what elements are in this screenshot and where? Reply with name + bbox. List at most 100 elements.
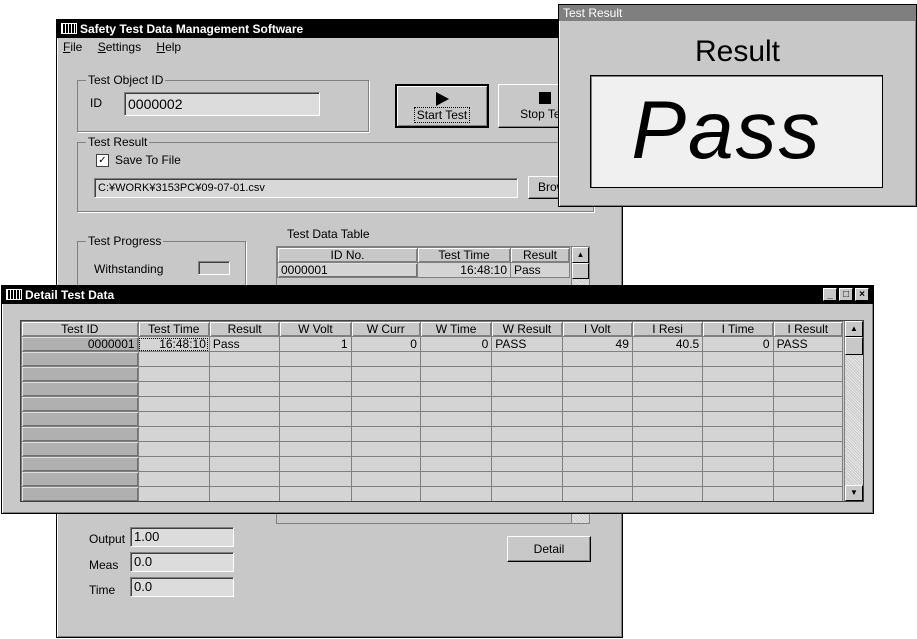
menu-help[interactable]: Help <box>156 40 181 54</box>
start-test-label: Start Test <box>413 107 471 123</box>
empty-row[interactable] <box>21 426 844 442</box>
empty-cell <box>631 381 704 397</box>
result-window-title: Test Result <box>563 6 623 20</box>
empty-cell <box>772 366 844 382</box>
col-result[interactable]: Result <box>510 247 570 263</box>
empty-row[interactable] <box>21 411 844 427</box>
col-id-no[interactable]: ID No. <box>277 247 418 263</box>
empty-cell <box>137 366 210 382</box>
col-i-result[interactable]: I Result <box>772 321 844 337</box>
empty-cell <box>419 396 493 412</box>
result-panel: Pass <box>590 75 883 188</box>
withstanding-label: Withstanding <box>94 262 164 276</box>
empty-cell <box>561 486 633 501</box>
result-title-bar[interactable]: Test Result <box>559 5 916 21</box>
empty-cell <box>208 396 281 412</box>
empty-cell <box>702 366 774 382</box>
maximize-icon[interactable]: □ <box>839 288 853 301</box>
col-test-time[interactable]: Test Time <box>137 321 210 337</box>
scroll-thumb[interactable] <box>572 263 589 279</box>
empty-cell <box>702 426 774 442</box>
scroll-down-icon[interactable]: ▼ <box>845 485 863 501</box>
test-result-group: Test Result ✓ Save To File C:¥WORK¥3153PC… <box>77 135 594 212</box>
result-value: Pass <box>631 85 822 176</box>
empty-row[interactable] <box>21 441 844 457</box>
detail-scrollbar[interactable]: ▲ ▼ <box>844 321 863 501</box>
save-to-file-checkbox[interactable]: ✓ Save To File <box>96 153 181 168</box>
empty-cell <box>419 351 493 367</box>
col-i-time[interactable]: I Time <box>702 321 774 337</box>
meas-field: 0.0 <box>130 552 234 572</box>
empty-cell <box>21 441 139 457</box>
col-i-resi[interactable]: I Resi <box>631 321 704 337</box>
empty-cell <box>491 486 563 501</box>
app-icon <box>6 289 22 301</box>
empty-row[interactable] <box>21 381 844 397</box>
empty-cell <box>561 456 633 472</box>
detail-table: Test ID Test Time Result W Volt W Curr W… <box>21 321 844 501</box>
output-field: 1.00 <box>130 527 234 547</box>
empty-cell <box>137 486 210 501</box>
empty-cell <box>419 381 493 397</box>
main-title-bar[interactable]: Safety Test Data Management Software <box>57 20 622 38</box>
empty-cell <box>702 471 774 487</box>
empty-cell <box>631 366 704 382</box>
scroll-up-icon[interactable]: ▲ <box>572 247 589 263</box>
col-test-time[interactable]: Test Time <box>417 247 511 263</box>
minimize-icon[interactable]: _ <box>823 288 837 301</box>
col-test-id[interactable]: Test ID <box>21 321 139 337</box>
empty-cell <box>419 366 493 382</box>
start-test-button[interactable]: Start Test <box>395 84 489 128</box>
table-row[interactable]: 0000001 16:48:10 Pass 1 0 0 PASS 49 40.5… <box>21 336 844 352</box>
file-path-field[interactable]: C:¥WORK¥3153PC¥09-07-01.csv <box>94 178 518 198</box>
col-w-result[interactable]: W Result <box>491 321 563 337</box>
empty-cell <box>137 426 210 442</box>
col-w-volt[interactable]: W Volt <box>279 321 352 337</box>
menu-settings[interactable]: Settings <box>98 40 141 54</box>
col-w-curr[interactable]: W Curr <box>350 321 421 337</box>
empty-cell <box>491 366 563 382</box>
empty-row[interactable] <box>21 351 844 367</box>
empty-row[interactable] <box>21 456 844 472</box>
empty-cell <box>491 381 563 397</box>
empty-cell <box>561 366 633 382</box>
close-icon[interactable]: × <box>855 288 869 301</box>
empty-cell <box>208 411 281 427</box>
empty-cell <box>279 471 352 487</box>
test-data-table-label: Test Data Table <box>287 227 370 241</box>
empty-cell <box>21 486 139 501</box>
detail-title-bar[interactable]: Detail Test Data _ □ × <box>2 286 873 304</box>
meas-label: Meas <box>89 558 119 572</box>
empty-row[interactable] <box>21 366 844 382</box>
test-progress-group-label: Test Progress <box>86 234 164 248</box>
empty-cell <box>350 471 421 487</box>
empty-cell <box>772 486 844 501</box>
empty-cell <box>772 456 844 472</box>
empty-cell <box>491 396 563 412</box>
empty-cell <box>491 471 563 487</box>
scroll-up-icon[interactable]: ▲ <box>845 321 863 337</box>
col-i-volt[interactable]: I Volt <box>561 321 633 337</box>
empty-row[interactable] <box>21 486 844 501</box>
empty-cell <box>279 411 352 427</box>
menu-file[interactable]: File <box>63 40 82 54</box>
scroll-thumb[interactable] <box>845 337 863 355</box>
empty-cell <box>350 441 421 457</box>
menu-bar: File Settings Help <box>57 38 622 56</box>
empty-cell <box>561 411 633 427</box>
empty-cell <box>208 471 281 487</box>
id-input[interactable]: 0000002 <box>124 92 320 116</box>
detail-button[interactable]: Detail <box>507 536 591 562</box>
table-row[interactable]: 0000001 16:48:10 Pass <box>277 262 570 278</box>
col-w-time[interactable]: W Time <box>419 321 493 337</box>
empty-cell <box>279 456 352 472</box>
empty-cell <box>21 366 139 382</box>
empty-row[interactable] <box>21 396 844 412</box>
empty-row[interactable] <box>21 471 844 487</box>
empty-cell <box>279 396 352 412</box>
col-result[interactable]: Result <box>208 321 281 337</box>
empty-cell <box>137 411 210 427</box>
empty-cell <box>491 456 563 472</box>
id-label: ID <box>90 96 102 110</box>
empty-cell <box>279 366 352 382</box>
